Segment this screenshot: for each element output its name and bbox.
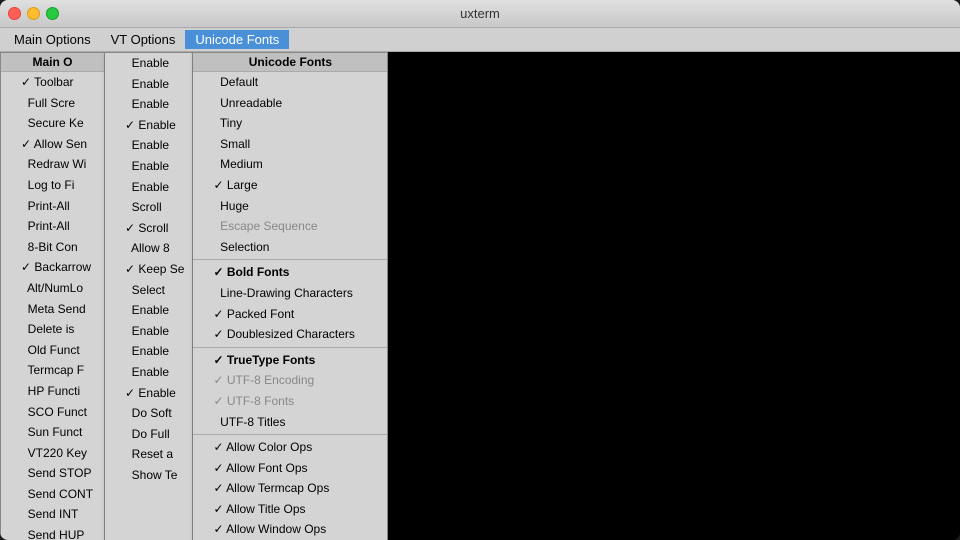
unicode-fonts-panel: Unicode Fonts Default Unreadable Tiny Sm…	[193, 52, 388, 540]
menu-entry-stop[interactable]: Send STOP	[1, 463, 104, 484]
uf-utf8-fonts[interactable]: ✓ UTF-8 Fonts	[193, 391, 387, 412]
vt-entry-8[interactable]: Scroll	[105, 197, 192, 218]
menu-entry-hp[interactable]: HP Functi	[1, 381, 104, 402]
menu-entry-log[interactable]: Log to Fi	[1, 175, 104, 196]
window-title: uxterm	[460, 6, 500, 21]
close-button[interactable]	[8, 7, 21, 20]
uf-unreadable[interactable]: Unreadable	[193, 93, 387, 114]
uf-escape[interactable]: Escape Sequence	[193, 216, 387, 237]
uf-sep1	[193, 259, 387, 260]
menu-entry-print2[interactable]: Print-All	[1, 216, 104, 237]
menu-entry-termcap[interactable]: Termcap F	[1, 360, 104, 381]
uf-utf8-titles[interactable]: UTF-8 Titles	[193, 412, 387, 433]
uf-small[interactable]: Small	[193, 134, 387, 155]
vt-entry-21[interactable]: Show Te	[105, 465, 192, 486]
vt-entry-20[interactable]: Reset a	[105, 444, 192, 465]
vt-entry-18[interactable]: Do Soft	[105, 403, 192, 424]
menu-entry-toolbar[interactable]: ✓ Toolbar	[1, 72, 104, 93]
menu-entry-hup[interactable]: Send HUP	[1, 525, 104, 540]
menu-entry-old-func[interactable]: Old Funct	[1, 340, 104, 361]
vt-entry-12[interactable]: Select	[105, 280, 192, 301]
vt-entry-4[interactable]: ✓ Enable	[105, 115, 192, 136]
uf-selection[interactable]: Selection	[193, 237, 387, 258]
uf-allow-termcap[interactable]: ✓ Allow Termcap Ops	[193, 478, 387, 499]
vt-entry-6[interactable]: Enable	[105, 156, 192, 177]
uf-large[interactable]: ✓ Large	[193, 175, 387, 196]
uf-allow-window[interactable]: ✓ Allow Window Ops	[193, 519, 387, 540]
menu-entry-sco[interactable]: SCO Funct	[1, 402, 104, 423]
uf-doublesized[interactable]: ✓ Doublesized Characters	[193, 324, 387, 345]
menu-entry-8bit[interactable]: 8-Bit Con	[1, 237, 104, 258]
uf-allow-color[interactable]: ✓ Allow Color Ops	[193, 437, 387, 458]
menu-entry-redraw[interactable]: Redraw Wi	[1, 154, 104, 175]
uf-huge[interactable]: Huge	[193, 196, 387, 217]
menu-entry-sun[interactable]: Sun Funct	[1, 422, 104, 443]
vt-entry-13[interactable]: Enable	[105, 300, 192, 321]
uf-sep2	[193, 347, 387, 348]
vt-entry-17[interactable]: ✓ Enable	[105, 383, 192, 404]
menu-entry-allow-send[interactable]: ✓ Allow Sen	[1, 134, 104, 155]
menu-entry-fullscreen[interactable]: Full Scre	[1, 93, 104, 114]
vt-options-panel: Enable Enable Enable ✓ Enable Enable Ena…	[105, 52, 193, 540]
menu-unicode-fonts[interactable]: Unicode Fonts	[185, 30, 289, 49]
traffic-lights	[8, 7, 59, 20]
uf-allow-title[interactable]: ✓ Allow Title Ops	[193, 499, 387, 520]
window: uxterm Main Options VT Options Unicode F…	[0, 0, 960, 540]
menu-entry-meta[interactable]: Meta Send	[1, 299, 104, 320]
vt-entry-10[interactable]: Allow 8	[105, 238, 192, 259]
uf-tiny[interactable]: Tiny	[193, 113, 387, 134]
minimize-button[interactable]	[27, 7, 40, 20]
vt-entry-16[interactable]: Enable	[105, 362, 192, 383]
menu-entry-vt220[interactable]: VT220 Key	[1, 443, 104, 464]
uf-line-drawing[interactable]: Line-Drawing Characters	[193, 283, 387, 304]
terminal-area: r s t u v w x y z A B C D E F G H I 3 4 …	[0, 52, 960, 540]
menu-entry-backarrow[interactable]: ✓ Backarrow	[1, 257, 104, 278]
dropdown-menus: Main O ✓ Toolbar Full Scre Secure Ke ✓ A…	[0, 52, 388, 540]
menubar: Main Options VT Options Unicode Fonts	[0, 28, 960, 52]
uf-allow-font[interactable]: ✓ Allow Font Ops	[193, 458, 387, 479]
uf-medium[interactable]: Medium	[193, 154, 387, 175]
titlebar: uxterm Main Options VT Options Unicode F…	[0, 0, 960, 52]
menu-vt-options[interactable]: VT Options	[101, 30, 186, 49]
main-options-panel: Main O ✓ Toolbar Full Scre Secure Ke ✓ A…	[0, 52, 105, 540]
menu-entry-delete[interactable]: Delete is	[1, 319, 104, 340]
menu-entry-secure-keyboard[interactable]: Secure Ke	[1, 113, 104, 134]
vt-entry-3[interactable]: Enable	[105, 94, 192, 115]
uf-utf8-encoding[interactable]: ✓ UTF-8 Encoding	[193, 370, 387, 391]
vt-entry-15[interactable]: Enable	[105, 341, 192, 362]
vt-entry-1[interactable]: Enable	[105, 53, 192, 74]
menu-entry-alt-numlock[interactable]: Alt/NumLo	[1, 278, 104, 299]
unicode-fonts-header: Unicode Fonts	[193, 53, 387, 72]
main-area: r s t u v w x y z A B C D E F G H I 3 4 …	[0, 52, 960, 540]
maximize-button[interactable]	[46, 7, 59, 20]
vt-entry-19[interactable]: Do Full	[105, 424, 192, 445]
uf-truetype[interactable]: ✓ TrueType Fonts	[193, 350, 387, 371]
vt-entry-5[interactable]: Enable	[105, 135, 192, 156]
vt-entry-11[interactable]: ✓ Keep Se	[105, 259, 192, 280]
menu-entry-print1[interactable]: Print-All	[1, 196, 104, 217]
vt-entry-9[interactable]: ✓ Scroll	[105, 218, 192, 239]
uf-sep3	[193, 434, 387, 435]
uf-bold-fonts[interactable]: ✓ Bold Fonts	[193, 262, 387, 283]
uf-packed-font[interactable]: ✓ Packed Font	[193, 304, 387, 325]
vt-entry-14[interactable]: Enable	[105, 321, 192, 342]
menu-entry-int[interactable]: Send INT	[1, 504, 104, 525]
vt-entry-2[interactable]: Enable	[105, 74, 192, 95]
main-options-header: Main O	[1, 53, 104, 72]
menu-main-options[interactable]: Main Options	[4, 30, 101, 49]
uf-default[interactable]: Default	[193, 72, 387, 93]
menu-entry-cont[interactable]: Send CONT	[1, 484, 104, 505]
vt-entry-7[interactable]: Enable	[105, 177, 192, 198]
